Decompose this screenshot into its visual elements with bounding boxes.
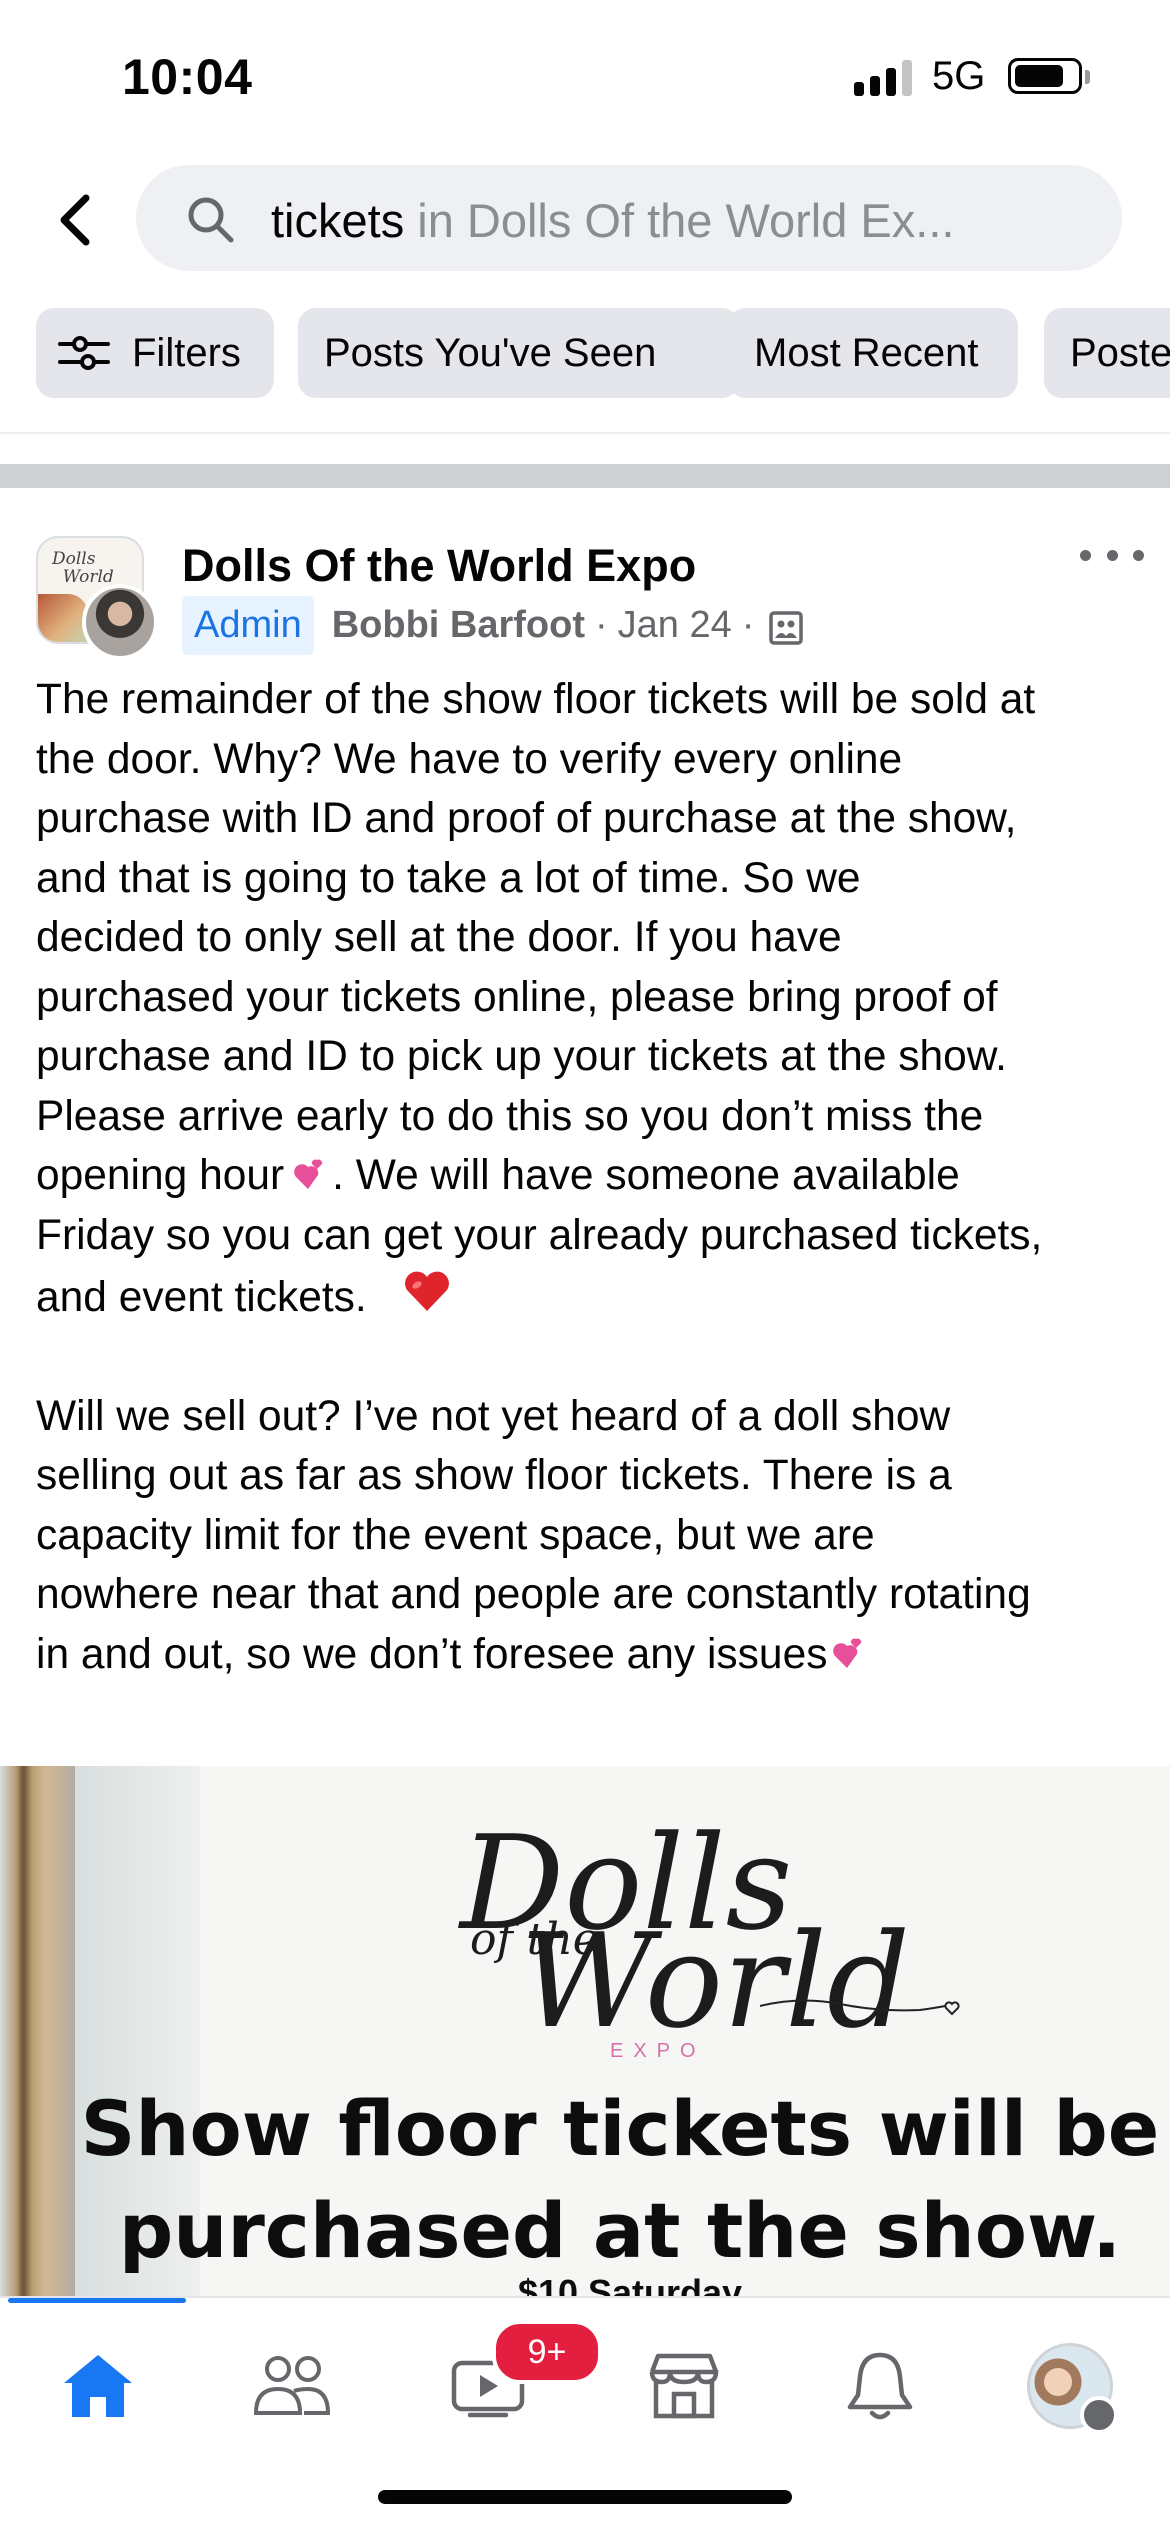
meta-separator: · <box>741 603 755 646</box>
promo-price: $10 Saturday <box>517 2272 743 2296</box>
search-scope: in Dolls Of the World Ex... <box>404 194 955 247</box>
post-text: The remainder of the show floor tickets … <box>36 670 1146 1684</box>
cellular-signal-icon <box>854 58 916 96</box>
status-bar: 10:04 5G <box>0 0 1170 150</box>
friends-icon <box>253 2356 331 2415</box>
battery-icon <box>1008 58 1082 94</box>
promo-headline-2: purchased at the show. <box>118 2186 1122 2275</box>
tab-notifications[interactable] <box>820 2326 940 2446</box>
two-hearts-icon <box>294 1159 323 1189</box>
post-paragraph: The remainder of the show floor tickets … <box>36 670 1146 1328</box>
battery-cap <box>1085 70 1090 84</box>
promo-logo-world: World <box>520 1905 910 2057</box>
group-avatar-logo: Dolls World <box>52 549 114 587</box>
tab-home[interactable] <box>38 2326 158 2446</box>
heart-flourish <box>760 1999 960 2016</box>
admin-badge: Admin <box>182 595 314 655</box>
post-image[interactable]: Dolls of the World EXPO Show floor ticke… <box>0 1766 1170 2296</box>
filters-chip[interactable]: Filters <box>36 308 274 398</box>
search-input[interactable]: tickets in Dolls Of the World Ex... <box>136 165 1122 271</box>
most-recent-chip[interactable]: Most Recent <box>728 308 1018 398</box>
search-icon <box>188 197 234 243</box>
divider <box>0 432 1170 434</box>
tab-profile-menu[interactable] <box>1010 2326 1130 2446</box>
post-paragraph-1: The remainder of the show floor tickets … <box>36 676 1036 1199</box>
group-avatar-art <box>38 594 88 642</box>
author-avatar[interactable] <box>82 584 158 660</box>
tab-marketplace[interactable] <box>624 2326 744 2446</box>
home-icon <box>64 2355 132 2417</box>
posted-chip-label: Posted <box>1070 331 1170 375</box>
most-recent-chip-label: Most Recent <box>754 331 979 375</box>
more-horizontal-icon <box>1080 549 1091 561</box>
posted-chip[interactable]: Posted <box>1044 308 1170 398</box>
author-name[interactable]: Bobbi Barfoot <box>332 604 585 647</box>
chevron-left-icon <box>60 194 90 246</box>
bell-icon <box>847 2352 913 2420</box>
search-query: tickets <box>271 194 405 247</box>
tab-friends[interactable] <box>232 2326 352 2446</box>
more-options-button[interactable] <box>1080 540 1144 570</box>
filters-chip-label: Filters <box>132 331 241 375</box>
post-date[interactable]: Jan 24 <box>618 604 732 647</box>
profile-avatar <box>1027 2343 1118 2434</box>
section-separator <box>0 464 1170 488</box>
post-paragraph-2: Will we sell out? I’ve not yet heard of … <box>36 1392 1031 1678</box>
post-paragraph: Will we sell out? I’ve not yet heard of … <box>36 1387 1146 1685</box>
network-type: 5G <box>932 54 986 98</box>
red-heart-icon <box>404 1271 449 1311</box>
posts-seen-chip[interactable]: Posts You've Seen <box>298 308 740 398</box>
promo-logo-expo: EXPO <box>610 2040 706 2062</box>
sliders-icon <box>58 336 110 370</box>
active-tab-indicator <box>8 2298 186 2303</box>
meta-separator: · <box>595 603 608 646</box>
post-meta: Admin Bobbi Barfoot · Jan 24 · <box>182 592 804 658</box>
menu-icon <box>1080 2396 1118 2434</box>
group-audience-icon <box>769 611 804 645</box>
video-notification-badge: 9+ <box>492 2320 602 2384</box>
search-text: tickets in Dolls Of the World Ex... <box>271 193 1071 248</box>
back-button[interactable] <box>44 180 104 260</box>
posts-seen-chip-label: Posts You've Seen <box>324 331 657 375</box>
status-time: 10:04 <box>122 49 253 105</box>
group-name[interactable]: Dolls Of the World Expo <box>182 540 696 592</box>
filter-chips: Filters Posts You've Seen Most Recent Po… <box>36 308 1170 400</box>
promo-headline-1: Show floor tickets will be <box>80 2084 1160 2173</box>
home-indicator[interactable] <box>378 2490 792 2504</box>
marketplace-icon <box>649 2353 719 2419</box>
two-hearts-icon <box>833 1638 862 1668</box>
